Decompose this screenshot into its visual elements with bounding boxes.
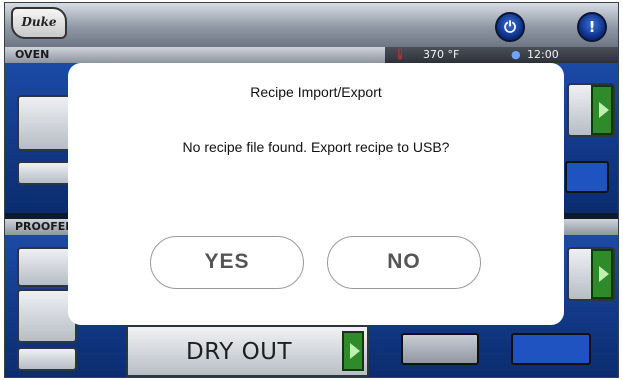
no-button[interactable]: NO [327,236,481,289]
recipe-import-export-dialog: Recipe Import/Export No recipe file foun… [68,63,564,325]
dialog-message: No recipe file found. Export recipe to U… [182,139,450,155]
dialog-title: Recipe Import/Export [250,84,382,100]
modal-overlay: Recipe Import/Export No recipe file foun… [0,0,623,380]
yes-button[interactable]: YES [150,236,304,289]
